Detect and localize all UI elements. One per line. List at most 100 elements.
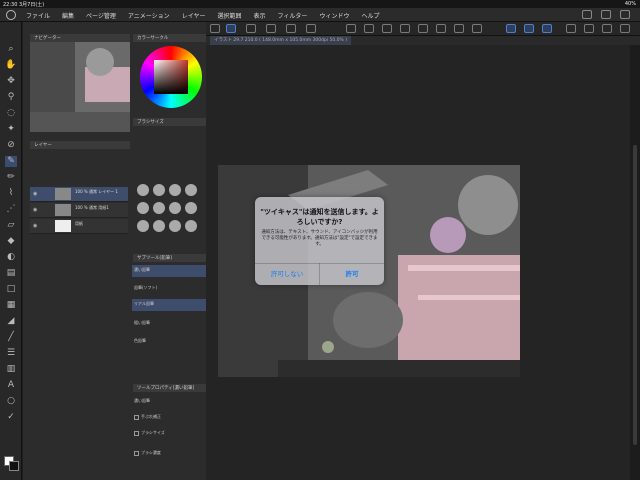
eye-icon[interactable]: ◉: [33, 191, 37, 197]
menu-file[interactable]: ファイル: [26, 11, 50, 20]
brush-size-preset[interactable]: [185, 220, 197, 232]
background-color-swatch[interactable]: [9, 461, 19, 471]
stroke-both-icon[interactable]: [542, 24, 552, 33]
app-icon[interactable]: [6, 10, 16, 20]
scrollbar-thumb[interactable]: [633, 145, 637, 445]
stabilization-row[interactable]: 手ぶれ補正: [132, 412, 206, 422]
subtool-item[interactable]: 粗い鉛筆: [132, 318, 206, 330]
redo-icon[interactable]: [364, 24, 374, 33]
brush-size-preset[interactable]: [169, 220, 181, 232]
correct-line-icon[interactable]: ✓: [5, 412, 17, 423]
fill-bucket-icon[interactable]: ◐: [5, 252, 17, 263]
blend-icon[interactable]: ◆: [5, 236, 17, 247]
stroke-right-icon[interactable]: [524, 24, 534, 33]
lasso-icon[interactable]: ◌: [5, 108, 17, 119]
brush-density-row[interactable]: ブラシ濃度: [132, 448, 206, 458]
menu-help[interactable]: ヘルプ: [361, 11, 379, 20]
brush-size-preset[interactable]: [137, 220, 149, 232]
brush-size-preset[interactable]: [169, 184, 181, 196]
fill-icon[interactable]: [418, 24, 428, 33]
subtool-item[interactable]: リアル鉛筆: [132, 299, 206, 311]
navigator-preview[interactable]: [30, 42, 130, 132]
brush-size-preset[interactable]: [185, 184, 197, 196]
gradient-icon[interactable]: ▤: [5, 268, 17, 279]
menu-window[interactable]: ウィンドウ: [319, 11, 349, 20]
rotate-icon[interactable]: [602, 24, 612, 33]
brush-size-preset[interactable]: [153, 202, 165, 214]
deselect-icon[interactable]: [436, 24, 446, 33]
balloon-icon[interactable]: ☰: [5, 348, 17, 359]
menu-animation[interactable]: アニメーション: [128, 11, 170, 20]
brush-density-checkbox[interactable]: [134, 450, 139, 456]
subtool-item[interactable]: 濃い鉛筆: [132, 265, 206, 277]
undo-icon[interactable]: [346, 24, 356, 33]
subtool-item[interactable]: 鉛筆(ソフト): [132, 283, 206, 295]
fullscreen-icon[interactable]: [601, 10, 611, 19]
clear-icon[interactable]: [382, 24, 392, 33]
invert-selection-icon[interactable]: [454, 24, 464, 33]
ruler-tool-icon[interactable]: ◢: [5, 316, 17, 327]
flip-icon[interactable]: [620, 24, 630, 33]
menu-edit[interactable]: 編集: [62, 11, 74, 20]
transform-icon[interactable]: [400, 24, 410, 33]
eraser-icon[interactable]: ▱: [5, 220, 17, 231]
brush-size-preset[interactable]: [153, 184, 165, 196]
layer-row[interactable]: ◉ 100 % 通常 用紙1: [30, 203, 128, 218]
eye-icon[interactable]: ◉: [33, 207, 37, 213]
line-icon[interactable]: ╱: [5, 332, 17, 343]
layer-row[interactable]: ◉ 100 % 通常 レイヤー 1: [30, 187, 128, 202]
menu-layer[interactable]: レイヤー: [182, 11, 206, 20]
document-tab[interactable]: イラスト 29.7 210.0 ( 148.0mm x 105.0mm 300d…: [210, 36, 352, 45]
pen-icon[interactable]: ✎: [5, 156, 17, 167]
color-saturation-square[interactable]: [154, 60, 188, 94]
color-wheel[interactable]: [140, 46, 202, 108]
pipette-icon[interactable]: ⊘: [5, 140, 17, 151]
brush-icon[interactable]: ⌇: [5, 188, 17, 199]
subtool-item[interactable]: 色鉛筆: [132, 336, 206, 348]
hand-icon[interactable]: ✋: [5, 60, 17, 71]
zoom-in-icon[interactable]: [584, 24, 594, 33]
ruler-icon[interactable]: [286, 24, 296, 33]
vertical-scrollbar[interactable]: [630, 45, 640, 480]
menu-toggle-icon[interactable]: [210, 24, 220, 33]
frame-icon[interactable]: ▦: [5, 300, 17, 311]
menu-view[interactable]: 表示: [254, 11, 266, 20]
layer-row[interactable]: ◉ 用紙: [30, 219, 128, 234]
pin-icon[interactable]: [306, 24, 316, 33]
eye-icon[interactable]: ◉: [33, 223, 37, 229]
color-panel-header: カラーサークル: [133, 34, 206, 42]
move-icon[interactable]: ✥: [5, 76, 17, 87]
eyedropper-icon[interactable]: ⚲: [5, 92, 17, 103]
brush-size-preset[interactable]: [153, 220, 165, 232]
gear-icon[interactable]: [620, 10, 630, 19]
tool-property-header: ツールプロパティ[濃い鉛筆]: [133, 384, 206, 392]
zoom-out-icon[interactable]: [566, 24, 576, 33]
brush-size-preset[interactable]: [137, 202, 149, 214]
crop-icon[interactable]: [472, 24, 482, 33]
stabilization-checkbox[interactable]: [134, 414, 139, 420]
grid-tool-icon[interactable]: ▥: [5, 364, 17, 375]
airbrush-icon[interactable]: ⋰: [5, 204, 17, 215]
brush-size-preset[interactable]: [137, 184, 149, 196]
deny-button[interactable]: 許可しない: [255, 263, 319, 285]
brush-size-preset[interactable]: [169, 202, 181, 214]
allow-button[interactable]: 許可: [320, 263, 384, 285]
text-icon[interactable]: A: [5, 380, 17, 391]
grid-icon[interactable]: [246, 24, 256, 33]
shape-icon[interactable]: □: [5, 284, 17, 295]
brush-size-row[interactable]: ブラシサイズ: [132, 428, 206, 438]
menu-selection[interactable]: 選択範囲: [218, 11, 242, 20]
wand-icon[interactable]: ✦: [5, 124, 17, 135]
speech-icon[interactable]: ○: [5, 396, 17, 407]
pencil-icon[interactable]: ✏: [5, 172, 17, 183]
pen-mode-icon[interactable]: [226, 24, 236, 33]
snap-icon[interactable]: [266, 24, 276, 33]
brush-size-preset[interactable]: [185, 202, 197, 214]
menu-page[interactable]: ページ管理: [86, 11, 116, 20]
stroke-left-icon[interactable]: [506, 24, 516, 33]
status-bar: 22:30 3月7日(土) 40%: [0, 0, 640, 8]
zoom-icon[interactable]: ⌕: [5, 44, 17, 55]
layout-icon[interactable]: [582, 10, 592, 19]
brush-size-checkbox[interactable]: [134, 430, 139, 436]
menu-filter[interactable]: フィルター: [278, 11, 308, 20]
